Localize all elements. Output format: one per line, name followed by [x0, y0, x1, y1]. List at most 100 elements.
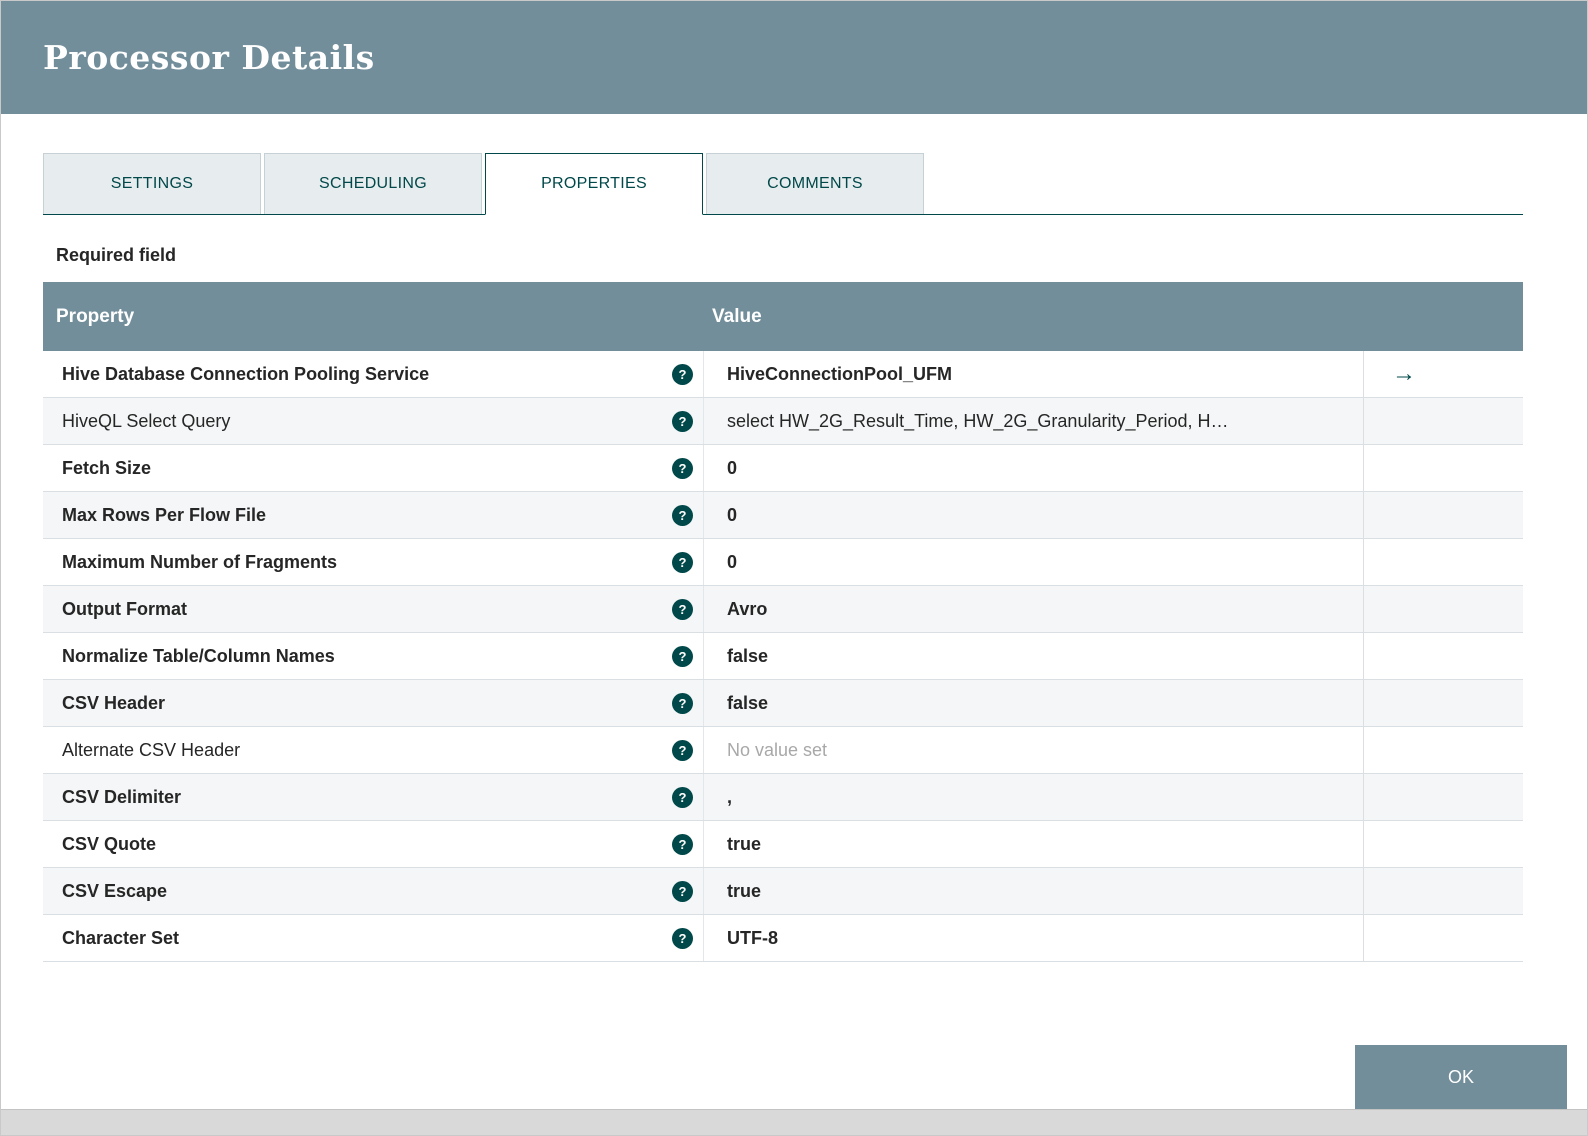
action-cell — [1363, 586, 1523, 632]
properties-table: Property Value Hive Database Connection … — [43, 282, 1523, 962]
property-cell: CSV Escape ? — [43, 868, 703, 914]
value-cell[interactable]: , — [703, 774, 1363, 820]
processor-details-dialog: Processor Details SETTINGS SCHEDULING PR… — [0, 0, 1588, 1136]
action-cell — [1363, 680, 1523, 726]
help-icon[interactable]: ? — [672, 599, 693, 620]
property-cell: Character Set ? — [43, 915, 703, 961]
property-name: Normalize Table/Column Names — [62, 646, 335, 667]
property-value: false — [727, 646, 768, 667]
help-icon[interactable]: ? — [672, 411, 693, 432]
property-name: Hive Database Connection Pooling Service — [62, 364, 429, 385]
property-cell: CSV Header ? — [43, 680, 703, 726]
go-to-service-icon[interactable]: → — [1392, 362, 1416, 386]
property-name: CSV Header — [62, 693, 165, 714]
action-cell — [1363, 398, 1523, 444]
property-value: 0 — [727, 505, 737, 526]
property-name: CSV Quote — [62, 834, 156, 855]
tab-comments[interactable]: COMMENTS — [706, 153, 924, 214]
value-cell[interactable]: true — [703, 821, 1363, 867]
property-name: HiveQL Select Query — [62, 411, 230, 432]
property-cell: HiveQL Select Query ? — [43, 398, 703, 444]
table-row: CSV Delimiter ? , — [43, 774, 1523, 821]
property-name: Maximum Number of Fragments — [62, 552, 337, 573]
help-icon[interactable]: ? — [672, 928, 693, 949]
column-header-property: Property — [43, 306, 703, 328]
table-row: CSV Quote ? true — [43, 821, 1523, 868]
property-cell: CSV Delimiter ? — [43, 774, 703, 820]
help-icon[interactable]: ? — [672, 552, 693, 573]
table-header-row: Property Value — [43, 282, 1523, 351]
property-value: false — [727, 693, 768, 714]
value-cell[interactable]: 0 — [703, 539, 1363, 585]
value-cell[interactable]: 0 — [703, 492, 1363, 538]
property-name: Output Format — [62, 599, 187, 620]
property-name: Character Set — [62, 928, 179, 949]
tab-bar: SETTINGS SCHEDULING PROPERTIES COMMENTS — [43, 153, 1523, 215]
help-icon[interactable]: ? — [672, 364, 693, 385]
property-value: No value set — [727, 740, 827, 761]
action-cell — [1363, 445, 1523, 491]
tab-scheduling[interactable]: SCHEDULING — [264, 153, 482, 214]
property-name: CSV Escape — [62, 881, 167, 902]
help-icon[interactable]: ? — [672, 693, 693, 714]
value-cell[interactable]: UTF-8 — [703, 915, 1363, 961]
value-cell[interactable]: HiveConnectionPool_UFM — [703, 351, 1363, 397]
value-cell[interactable]: Avro — [703, 586, 1363, 632]
property-cell: Normalize Table/Column Names ? — [43, 633, 703, 679]
action-cell: → — [1363, 351, 1523, 397]
property-cell: Maximum Number of Fragments ? — [43, 539, 703, 585]
dialog-title: Processor Details — [43, 38, 375, 77]
dialog-content: SETTINGS SCHEDULING PROPERTIES COMMENTS … — [1, 114, 1587, 962]
value-cell[interactable]: false — [703, 680, 1363, 726]
action-cell — [1363, 774, 1523, 820]
column-header-value: Value — [703, 306, 1363, 328]
help-icon[interactable]: ? — [672, 881, 693, 902]
table-row: Hive Database Connection Pooling Service… — [43, 351, 1523, 398]
property-value: HiveConnectionPool_UFM — [727, 364, 952, 385]
property-value: true — [727, 881, 761, 902]
tab-settings[interactable]: SETTINGS — [43, 153, 261, 214]
table-row: Maximum Number of Fragments ? 0 — [43, 539, 1523, 586]
help-icon[interactable]: ? — [672, 787, 693, 808]
value-cell[interactable]: true — [703, 868, 1363, 914]
action-cell — [1363, 915, 1523, 961]
table-row: Alternate CSV Header ? No value set — [43, 727, 1523, 774]
action-cell — [1363, 727, 1523, 773]
property-cell: Output Format ? — [43, 586, 703, 632]
value-cell[interactable]: false — [703, 633, 1363, 679]
table-row: Max Rows Per Flow File ? 0 — [43, 492, 1523, 539]
action-cell — [1363, 821, 1523, 867]
help-icon[interactable]: ? — [672, 458, 693, 479]
table-row: Output Format ? Avro — [43, 586, 1523, 633]
tab-properties[interactable]: PROPERTIES — [485, 153, 703, 215]
property-name: Fetch Size — [62, 458, 151, 479]
property-value: select HW_2G_Result_Time, HW_2G_Granular… — [727, 411, 1229, 432]
value-cell[interactable]: No value set — [703, 727, 1363, 773]
required-field-label: Required field — [43, 245, 1523, 266]
property-value: , — [727, 787, 732, 808]
table-row: Normalize Table/Column Names ? false — [43, 633, 1523, 680]
property-name: Max Rows Per Flow File — [62, 505, 266, 526]
help-icon[interactable]: ? — [672, 505, 693, 526]
property-name: CSV Delimiter — [62, 787, 181, 808]
property-cell: CSV Quote ? — [43, 821, 703, 867]
value-cell[interactable]: select HW_2G_Result_Time, HW_2G_Granular… — [703, 398, 1363, 444]
value-cell[interactable]: 0 — [703, 445, 1363, 491]
table-row: Character Set ? UTF-8 — [43, 915, 1523, 962]
property-cell: Alternate CSV Header ? — [43, 727, 703, 773]
action-cell — [1363, 539, 1523, 585]
help-icon[interactable]: ? — [672, 740, 693, 761]
ok-button[interactable]: OK — [1355, 1045, 1567, 1109]
action-cell — [1363, 492, 1523, 538]
table-row: CSV Escape ? true — [43, 868, 1523, 915]
help-icon[interactable]: ? — [672, 834, 693, 855]
property-value: 0 — [727, 552, 737, 573]
property-cell: Fetch Size ? — [43, 445, 703, 491]
help-icon[interactable]: ? — [672, 646, 693, 667]
property-value: Avro — [727, 599, 767, 620]
action-cell — [1363, 868, 1523, 914]
property-cell: Hive Database Connection Pooling Service… — [43, 351, 703, 397]
property-value: true — [727, 834, 761, 855]
property-value: 0 — [727, 458, 737, 479]
dialog-bottom-edge — [1, 1109, 1587, 1135]
